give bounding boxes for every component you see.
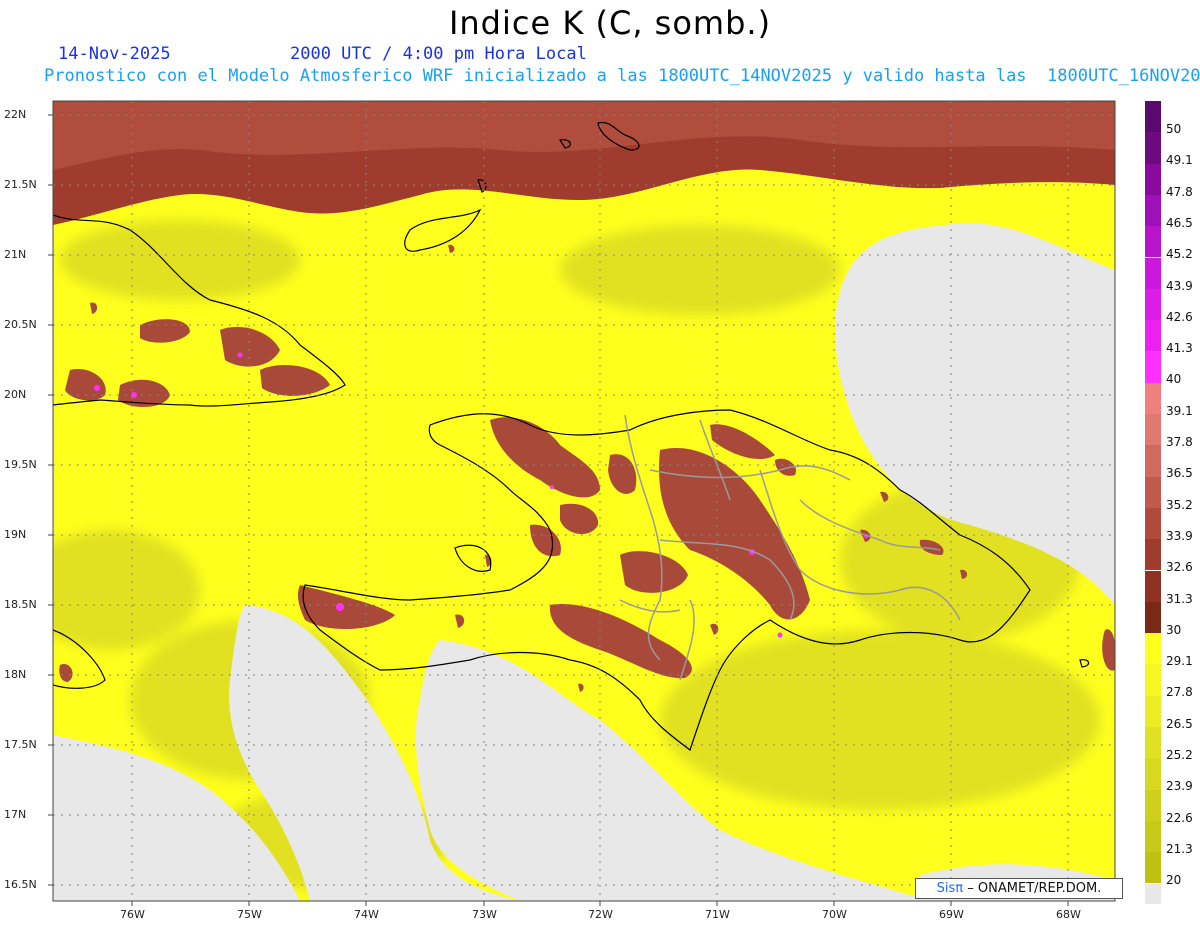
- colorbar-label: 26.5: [1166, 716, 1193, 731]
- colorbar-swatch: [1145, 601, 1161, 634]
- model-subtitle: Pronostico con el Modelo Atmosferico WRF…: [44, 66, 1200, 86]
- colorbar-swatch-below: [1145, 883, 1161, 904]
- colorbar-label: 20: [1166, 873, 1182, 888]
- lat-label: 17.5N: [4, 738, 37, 751]
- colorbar-swatch: [1145, 664, 1161, 696]
- colorbar-label: 30: [1166, 622, 1182, 637]
- lon-label: 73W: [472, 908, 497, 921]
- colorbar-swatch: [1145, 257, 1161, 289]
- colorbar-label: 36.5: [1166, 466, 1193, 481]
- lon-label: 69W: [939, 908, 964, 921]
- colorbar-swatch: [1145, 163, 1161, 195]
- lat-label: 22N: [4, 108, 27, 121]
- colorbar-swatch: [1145, 820, 1161, 853]
- colorbar-label: 37.8: [1166, 435, 1193, 449]
- colorbar-swatch: [1145, 445, 1161, 477]
- colorbar-label: 25.2: [1166, 748, 1193, 762]
- colorbar-swatch: [1145, 101, 1161, 133]
- colorbar-swatch: [1145, 789, 1161, 821]
- lon-label: 70W: [822, 908, 847, 921]
- colorbar-label: 21.3: [1166, 841, 1193, 856]
- colorbar-swatch: [1145, 727, 1161, 759]
- sispi-logo-text: Sisπ: [936, 881, 964, 896]
- colorbar-label: 32.6: [1166, 560, 1193, 575]
- colorbar-label: 27.8: [1166, 685, 1193, 700]
- colorbar-label: 22.6: [1166, 810, 1193, 825]
- colorbar-label: 47.8: [1166, 184, 1193, 199]
- colorbar-swatch: [1145, 758, 1161, 790]
- colorbar-label: 33.9: [1166, 528, 1193, 543]
- lat-label: 19N: [4, 528, 27, 541]
- colorbar-swatch: [1145, 414, 1161, 446]
- lon-label: 74W: [354, 908, 379, 921]
- lon-label: 71W: [705, 908, 730, 921]
- lat-label: 17N: [4, 808, 27, 821]
- colorbar-swatch: [1145, 633, 1161, 665]
- colorbar-swatch: [1145, 695, 1161, 727]
- colorbar-swatch: [1145, 382, 1161, 414]
- colorbar-label: 50: [1166, 122, 1182, 136]
- colorbar-swatch: [1145, 132, 1161, 164]
- lon-label: 76W: [120, 908, 145, 921]
- colorbar-label: 40: [1166, 372, 1182, 387]
- lat-label: 20N: [4, 388, 27, 401]
- colorbar-label: 41.3: [1166, 341, 1193, 356]
- lat-label: 18N: [4, 668, 27, 681]
- colorbar-swatch: [1145, 320, 1161, 352]
- lat-label: 21N: [4, 248, 27, 261]
- forecast-date: 14-Nov-2025: [58, 44, 171, 64]
- colorbar-label: 39.1: [1166, 403, 1193, 418]
- lat-label: 20.5N: [4, 318, 37, 331]
- lat-label: 21.5N: [4, 178, 37, 191]
- colorbar-label: 46.5: [1166, 215, 1193, 230]
- colorbar-swatch: [1145, 507, 1161, 540]
- lon-label: 68W: [1056, 908, 1081, 921]
- colorbar-label: 43.9: [1166, 278, 1193, 293]
- colorbar-label: 42.6: [1166, 309, 1193, 324]
- credit-box: Sisπ – ONAMET/REP.DOM.: [915, 878, 1123, 899]
- lon-label: 75W: [237, 908, 262, 921]
- colorbar-swatch: [1145, 570, 1161, 602]
- k-index-map: [48, 100, 1116, 906]
- lat-label: 16.5N: [4, 878, 37, 891]
- colorbar-swatch: [1145, 194, 1161, 227]
- chart-title: Indice K (C, somb.): [448, 4, 772, 42]
- colorbar-label: 31.3: [1166, 591, 1193, 606]
- colorbar-swatch: [1145, 476, 1161, 508]
- colorbar-swatch: [1145, 852, 1161, 884]
- lon-label: 72W: [588, 908, 613, 921]
- colorbar-label: 23.9: [1166, 779, 1193, 794]
- lat-label: 19.5N: [4, 458, 37, 471]
- colorbar-label: 49.1: [1166, 153, 1193, 168]
- colorbar-swatch: [1145, 539, 1161, 571]
- colorbar-swatch: [1145, 351, 1161, 383]
- colorbar-label: 45.2: [1166, 247, 1193, 262]
- colorbar-label: 29.1: [1166, 654, 1193, 669]
- lat-label: 18.5N: [4, 598, 37, 611]
- colorbar-swatch: [1145, 288, 1161, 321]
- credit-text: – ONAMET/REP.DOM.: [967, 881, 1102, 896]
- colorbar-swatch: [1145, 226, 1161, 258]
- forecast-time: 2000 UTC / 4:00 pm Hora Local: [290, 44, 587, 64]
- colorbar-label: 35.2: [1166, 497, 1193, 512]
